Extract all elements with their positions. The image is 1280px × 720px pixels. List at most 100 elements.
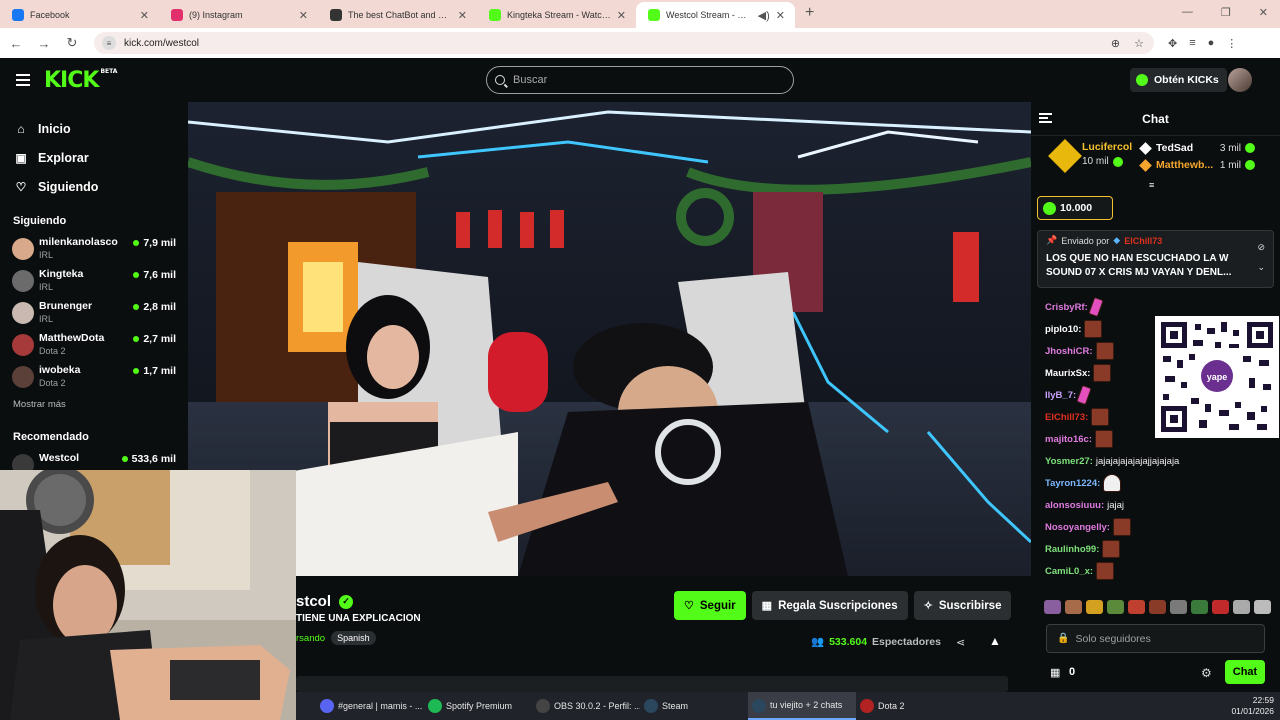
gift-subs-button[interactable]: ▦ Regala Suscripciones	[751, 591, 908, 620]
channel-milenkanolasco[interactable]: milenkanolasco IRL 7,9 mil	[12, 233, 176, 265]
kicks-pill[interactable]: 10.000	[1037, 196, 1113, 220]
chat-username[interactable]: CamiL0_x:	[1045, 566, 1093, 577]
back-icon[interactable]: ←	[4, 36, 28, 51]
close-tab-icon[interactable]: ✕	[458, 9, 467, 22]
category-link[interactable]: rsando	[296, 633, 325, 644]
forward-icon[interactable]: →	[32, 36, 56, 51]
chat-username[interactable]: Tayron1224:	[1045, 478, 1100, 489]
emote-icon[interactable]	[1044, 600, 1061, 614]
audio-icon[interactable]: ◀)	[758, 9, 770, 22]
emote-icon[interactable]	[1149, 600, 1166, 614]
new-tab-icon[interactable]: +	[805, 4, 814, 22]
close-tab-icon[interactable]: ✕	[140, 9, 149, 22]
zoom-icon[interactable]: ⊕	[1111, 37, 1120, 50]
emote-icon[interactable]	[1107, 600, 1124, 614]
stream-video-player[interactable]	[188, 102, 1031, 576]
chat-title: Chat	[1142, 111, 1169, 126]
emote-icon[interactable]	[1254, 600, 1271, 614]
emote-icon[interactable]	[1191, 600, 1208, 614]
user-avatar[interactable]	[1228, 68, 1252, 92]
nav-siguiendo[interactable]: ♡ Siguiendo	[14, 172, 188, 201]
hide-icon[interactable]: ⊘	[1257, 237, 1265, 257]
emote-icon[interactable]	[1128, 600, 1145, 614]
nav-inicio[interactable]: ⌂ Inicio	[14, 114, 188, 143]
chat-username[interactable]: piplo10:	[1045, 324, 1081, 335]
url-field[interactable]: ≡ kick.com/westcol ⊕ ☆	[94, 32, 1154, 54]
system-clock[interactable]: 22:59 01/01/2026	[1231, 695, 1274, 717]
chevron-down-icon[interactable]: ⌄	[1257, 257, 1265, 277]
emote-icon[interactable]	[1086, 600, 1103, 614]
taskbar-discord[interactable]: #general | mamis - ...	[316, 692, 424, 720]
close-tab-icon[interactable]: ✕	[299, 9, 308, 22]
channel-kingteka[interactable]: Kingteka IRL 7,6 mil	[12, 265, 176, 297]
chat-username[interactable]: Nosoyangelly:	[1045, 522, 1110, 533]
bookmark-star-icon[interactable]: ☆	[1134, 37, 1144, 50]
profile-icon[interactable]: ●	[1208, 37, 1215, 50]
report-icon[interactable]: ▲	[989, 634, 1001, 648]
close-tab-icon[interactable]: ✕	[617, 9, 626, 22]
menu-icon[interactable]	[16, 74, 30, 86]
emote-icon[interactable]	[1233, 600, 1250, 614]
follow-button[interactable]: ♡ Seguir	[674, 591, 746, 620]
top-gifter-name[interactable]: Lucifercol	[1082, 141, 1132, 153]
gifter-row[interactable]: TedSad 3 mil	[1139, 141, 1255, 155]
channel-iwobeka[interactable]: iwobeka Dota 2 1,7 mil	[12, 361, 176, 393]
collapse-chat-icon[interactable]	[1039, 113, 1052, 123]
chat-username[interactable]: alonsosiuuu:	[1045, 500, 1104, 511]
qr-code-image: yape	[1155, 316, 1279, 438]
taskbar-steam-chat[interactable]: tu viejito + 2 chats	[748, 692, 856, 720]
kick-logo[interactable]: KICK BETA	[44, 68, 117, 93]
share-icon[interactable]: ⋖	[956, 636, 965, 649]
get-kicks-button[interactable]: Obtén KICKs	[1130, 68, 1227, 92]
chat-username[interactable]: majito16c:	[1045, 434, 1092, 445]
menu-icon[interactable]: ⋮	[1226, 37, 1237, 50]
chat-username[interactable]: IlyB_7:	[1045, 390, 1076, 401]
chat-username[interactable]: CrisbyRf:	[1045, 302, 1088, 313]
channel-brunenger[interactable]: Brunenger IRL 2,8 mil	[12, 297, 176, 329]
chat-username[interactable]: Raulinho99:	[1045, 544, 1099, 555]
extensions-icon[interactable]: ✥	[1168, 37, 1177, 50]
maximize-icon[interactable]: ❐	[1221, 6, 1231, 19]
language-tag[interactable]: Spanish	[331, 631, 376, 645]
emote-icon[interactable]	[1065, 600, 1082, 614]
emote-icon[interactable]	[1170, 600, 1187, 614]
expand-leaderboard-icon[interactable]: ≡	[1149, 180, 1154, 190]
chat-input[interactable]	[1075, 632, 1256, 645]
pinned-user[interactable]: ElChill73	[1124, 236, 1162, 246]
chat-username[interactable]: Yosmer27:	[1045, 456, 1093, 467]
tab-chatbot[interactable]: The best ChatBot and Widgets ✕	[318, 2, 477, 28]
taskbar-dota[interactable]: Dota 2	[856, 692, 964, 720]
points-icon[interactable]: ▦	[1050, 666, 1060, 679]
gear-icon[interactable]: ⚙	[1201, 666, 1212, 680]
os-taskbar: #general | mamis - ... Spotify Premium O…	[296, 692, 1280, 720]
reload-icon[interactable]: ↻	[60, 35, 84, 51]
close-window-icon[interactable]: ✕	[1259, 6, 1268, 19]
streamer-name[interactable]: stcol ✓	[296, 593, 354, 610]
chat-username[interactable]: JhoshiCR:	[1045, 346, 1093, 357]
tab-kingteka[interactable]: Kingteka Stream - Watch Live o ✕	[477, 2, 636, 28]
show-more-link[interactable]: Mostrar más	[0, 399, 188, 417]
tab-instagram[interactable]: (9) Instagram ✕	[159, 2, 318, 28]
channel-matthewdota[interactable]: MatthewDota Dota 2 2,7 mil	[12, 329, 176, 361]
nav-explorar[interactable]: ▣ Explorar	[14, 143, 188, 172]
chat-username[interactable]: MaurixSx:	[1045, 368, 1090, 379]
main-nav: ⌂ Inicio ▣ Explorar ♡ Siguiendo	[0, 102, 188, 201]
taskbar-steam[interactable]: Steam	[640, 692, 748, 720]
tab-facebook[interactable]: Facebook ✕	[0, 2, 159, 28]
chat-input-box: 🔒	[1046, 624, 1265, 653]
gifter-badge-icon	[1139, 141, 1152, 155]
subscribe-button[interactable]: ✧ Suscribirse	[913, 591, 1012, 620]
search-input[interactable]	[513, 74, 773, 86]
gifter-row[interactable]: Matthewb... 1 mil	[1139, 158, 1255, 172]
taskbar-spotify[interactable]: Spotify Premium	[424, 692, 532, 720]
chat-username[interactable]: ElChill73:	[1045, 412, 1088, 423]
taskbar-label: Spotify Premium	[446, 701, 513, 711]
taskbar-obs[interactable]: OBS 30.0.2 - Perfil: ...	[532, 692, 640, 720]
tab-westcol[interactable]: Westcol Stream - Watch Live ◀) ✕	[636, 2, 795, 28]
send-chat-button[interactable]: Chat	[1225, 660, 1265, 684]
close-tab-icon[interactable]: ✕	[776, 9, 785, 22]
site-info-icon[interactable]: ≡	[102, 36, 116, 50]
minimize-icon[interactable]: —	[1182, 6, 1193, 19]
emote-icon[interactable]	[1212, 600, 1229, 614]
media-icon[interactable]: ≡	[1189, 37, 1195, 50]
